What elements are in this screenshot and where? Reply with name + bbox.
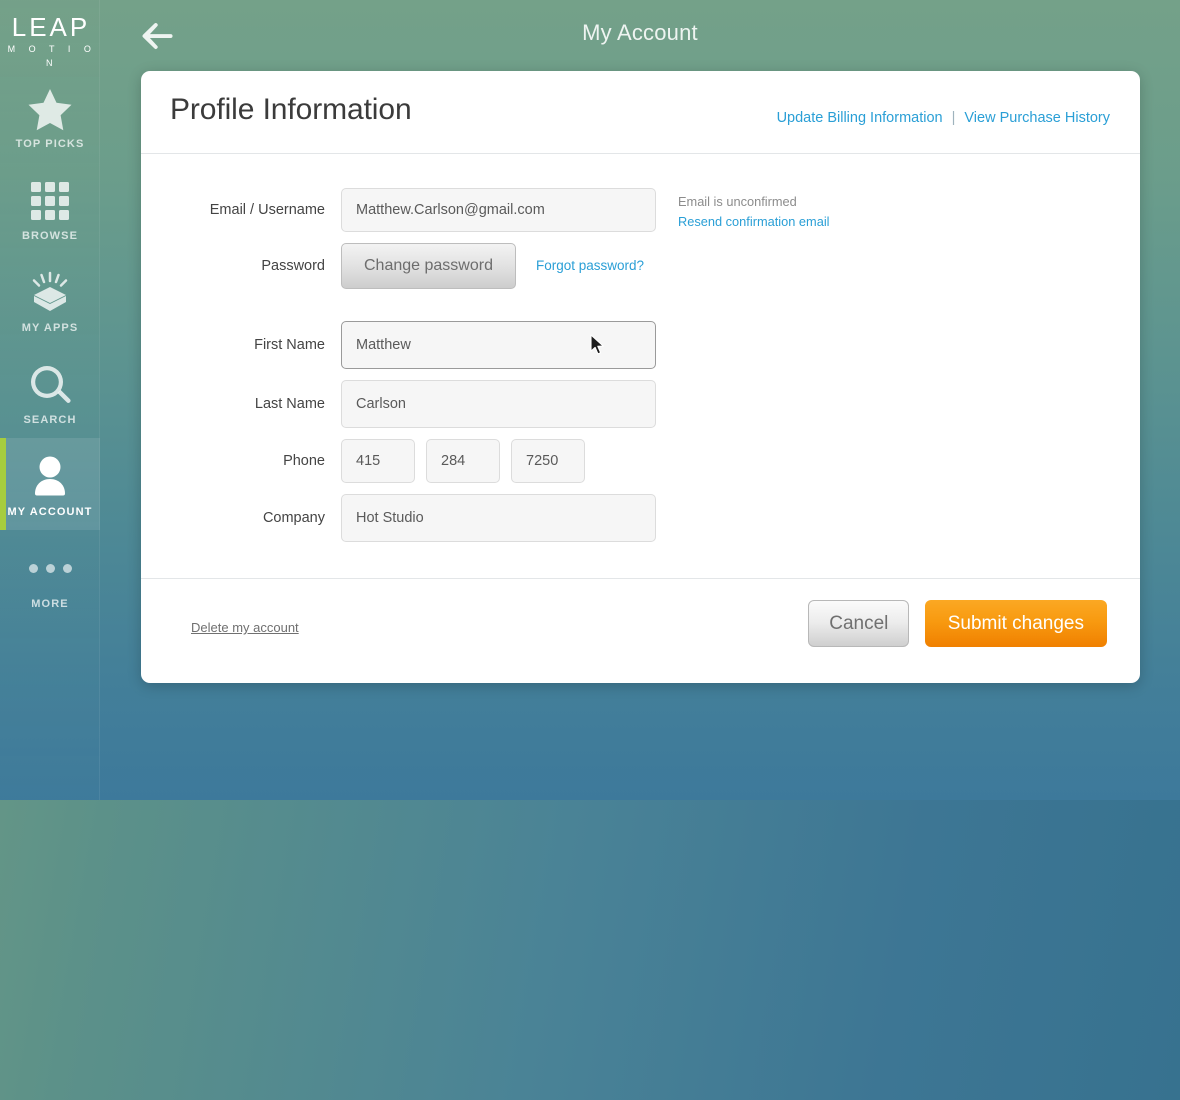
- cancel-button[interactable]: Cancel: [808, 600, 909, 647]
- email-label: Email / Username: [141, 188, 341, 232]
- sidebar-item-label: SEARCH: [0, 414, 100, 426]
- person-icon: [0, 454, 100, 500]
- dots-icon: [0, 546, 100, 592]
- sidebar-item-label: TOP PICKS: [0, 138, 100, 150]
- application-window: LEAP M O T I O N TOP PICKS: [0, 0, 1180, 800]
- form-row-phone: Phone 415 284 7250: [141, 439, 1140, 483]
- sidebar-item-label: MORE: [0, 598, 100, 610]
- card-header: Profile Information Update Billing Infor…: [141, 71, 1140, 154]
- first-name-label: First Name: [141, 321, 341, 369]
- email-input[interactable]: Matthew.Carlson@gmail.com: [341, 188, 656, 232]
- submit-changes-button[interactable]: Submit changes: [925, 600, 1107, 647]
- first-name-input[interactable]: Matthew: [341, 321, 656, 369]
- desktop-background: LEAP M O T I O N TOP PICKS: [0, 0, 1180, 1100]
- profile-card: Profile Information Update Billing Infor…: [141, 71, 1140, 683]
- resend-confirmation-email-link[interactable]: Resend confirmation email: [678, 212, 830, 232]
- password-label: Password: [141, 243, 341, 289]
- link-separator: |: [943, 110, 965, 126]
- sidebar-item-search[interactable]: SEARCH: [0, 346, 100, 438]
- logo-motion-text: M O T I O N: [0, 42, 99, 70]
- sidebar-item-my-apps[interactable]: MY APPS: [0, 254, 100, 346]
- logo-leap-text: LEAP: [0, 12, 99, 42]
- phone-area-code-input[interactable]: 415: [341, 439, 415, 483]
- sidebar-item-label: MY ACCOUNT: [0, 506, 100, 518]
- sidebar-item-label: BROWSE: [0, 230, 100, 242]
- card-title: Profile Information: [170, 93, 412, 127]
- sidebar-item-more[interactable]: MORE: [0, 530, 100, 622]
- view-purchase-history-link[interactable]: View Purchase History: [964, 110, 1110, 126]
- sidebar-item-browse[interactable]: BROWSE: [0, 162, 100, 254]
- company-label: Company: [141, 494, 341, 542]
- sidebar-item-my-account[interactable]: MY ACCOUNT: [0, 438, 100, 530]
- sidebar-item-top-picks[interactable]: TOP PICKS: [0, 70, 100, 162]
- form-row-password: Password Change password Forgot password…: [141, 243, 1140, 289]
- form-spacer: [141, 300, 1140, 321]
- delete-my-account-link[interactable]: Delete my account: [191, 620, 299, 635]
- last-name-input[interactable]: Carlson: [341, 380, 656, 428]
- sidebar: LEAP M O T I O N TOP PICKS: [0, 0, 100, 800]
- form-row-first-name: First Name Matthew: [141, 321, 1140, 369]
- profile-form: Email / Username Matthew.Carlson@gmail.c…: [141, 154, 1140, 578]
- sidebar-item-label: MY APPS: [0, 322, 100, 334]
- page-title: My Account: [100, 20, 1180, 46]
- change-password-button[interactable]: Change password: [341, 243, 516, 289]
- email-status-text: Email is unconfirmed: [678, 192, 830, 212]
- grid-icon: [0, 178, 100, 224]
- header-links: Update Billing Information|View Purchase…: [777, 110, 1110, 126]
- main-content: My Account Profile Information Update Bi…: [100, 0, 1180, 800]
- box-rays-icon: [0, 270, 100, 316]
- card-footer: Delete my account Cancel Submit changes: [141, 578, 1140, 683]
- phone-line-number-input[interactable]: 7250: [511, 439, 585, 483]
- form-row-last-name: Last Name Carlson: [141, 380, 1140, 428]
- form-row-email: Email / Username Matthew.Carlson@gmail.c…: [141, 188, 1140, 232]
- email-confirmation-note: Email is unconfirmed Resend confirmation…: [656, 188, 830, 232]
- update-billing-information-link[interactable]: Update Billing Information: [777, 110, 943, 126]
- star-icon: [0, 86, 100, 132]
- form-row-company: Company Hot Studio: [141, 494, 1140, 542]
- app-logo: LEAP M O T I O N: [0, 0, 99, 70]
- footer-actions: Cancel Submit changes: [808, 600, 1107, 647]
- phone-prefix-input[interactable]: 284: [426, 439, 500, 483]
- company-input[interactable]: Hot Studio: [341, 494, 656, 542]
- last-name-label: Last Name: [141, 380, 341, 428]
- phone-label: Phone: [141, 439, 341, 483]
- top-bar: My Account: [100, 0, 1180, 71]
- search-icon: [0, 362, 100, 408]
- forgot-password-link[interactable]: Forgot password?: [516, 243, 644, 289]
